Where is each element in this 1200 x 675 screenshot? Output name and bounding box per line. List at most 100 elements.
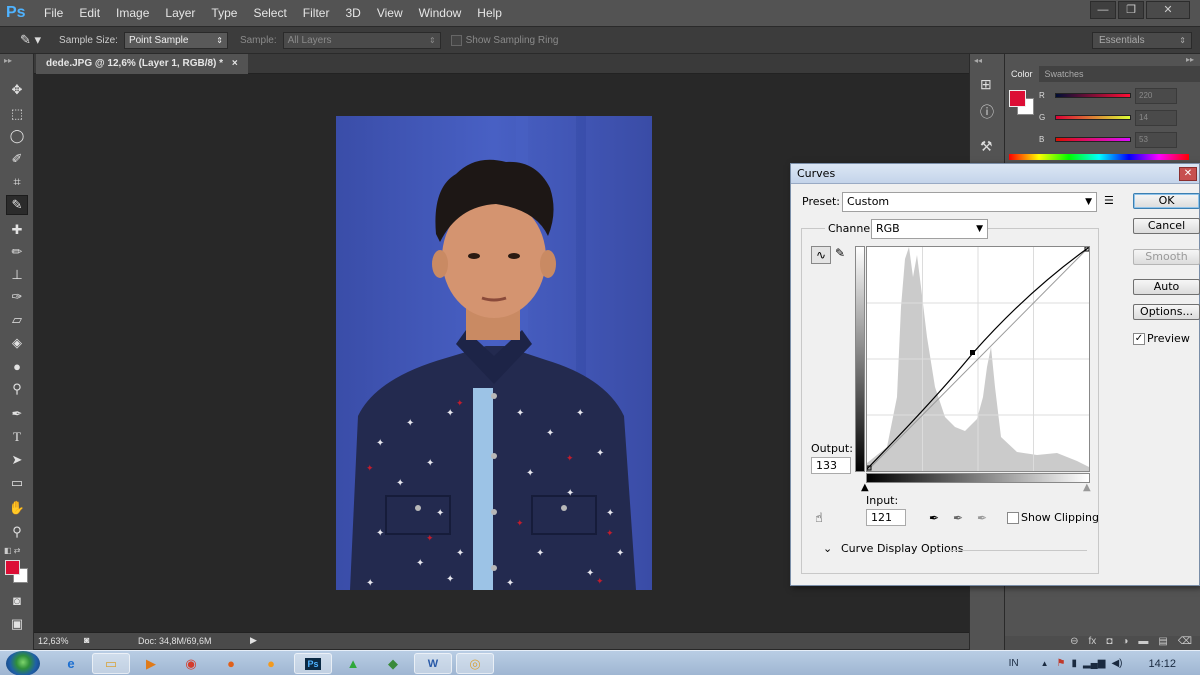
marquee-tool-icon[interactable]: ⬚	[6, 104, 28, 124]
internet-explorer-icon[interactable]: e	[52, 653, 90, 674]
sample-select[interactable]: All Layers ⇕	[282, 31, 441, 49]
tab-swatches[interactable]: Swatches	[1039, 66, 1090, 82]
adjustment-layer-icon[interactable]: ◑	[1122, 636, 1128, 650]
green-app-icon[interactable]: ▲	[334, 653, 372, 674]
rectangle-tool-icon[interactable]: ▭	[6, 473, 28, 493]
workspace-switcher[interactable]: Essentials ⇕	[1092, 32, 1192, 49]
white-eyedropper-icon[interactable]: ✒	[977, 511, 987, 525]
clock[interactable]: 14:12	[1148, 658, 1176, 670]
eraser-tool-icon[interactable]: ▱	[6, 310, 28, 330]
status-info-icon[interactable]: ◙	[84, 635, 89, 645]
channel-select[interactable]: RGB ▼	[871, 219, 988, 239]
green-value-field[interactable]: 14	[1135, 110, 1177, 126]
zoom-tool-icon[interactable]: ⚲	[6, 522, 28, 542]
cancel-button[interactable]: Cancel	[1133, 218, 1200, 234]
battery-icon[interactable]: ▮	[1071, 658, 1077, 669]
menu-3d[interactable]: 3D	[337, 0, 368, 26]
action-center-icon[interactable]: ⚑	[1056, 658, 1065, 669]
tab-color[interactable]: Color	[1005, 66, 1039, 82]
foreground-color-swatch[interactable]	[5, 560, 20, 575]
menu-layer[interactable]: Layer	[157, 0, 203, 26]
curves-close-button[interactable]: ✕	[1179, 167, 1197, 181]
options-button[interactable]: Options...	[1133, 304, 1200, 320]
crop-tool-icon[interactable]: ⌗	[6, 172, 28, 192]
on-image-adjust-icon[interactable]: ☝	[815, 511, 823, 526]
spot-healing-tool-icon[interactable]: ✚	[6, 220, 28, 240]
blue-value-field[interactable]: 53	[1135, 132, 1177, 148]
link-layers-icon[interactable]: ⊖	[1070, 636, 1078, 650]
chrome-icon[interactable]: ◉	[172, 653, 210, 674]
delete-layer-icon[interactable]: ⌫	[1178, 636, 1192, 650]
default-colors-icon[interactable]: ◧ ⇄	[4, 546, 20, 555]
curves-title-bar[interactable]: Curves	[791, 164, 1199, 184]
red-value-field[interactable]: 220	[1135, 88, 1177, 104]
menu-help[interactable]: Help	[469, 0, 510, 26]
layer-style-icon[interactable]: fx	[1089, 636, 1097, 650]
red-slider[interactable]	[1055, 93, 1131, 98]
close-window-button[interactable]: ✕	[1146, 1, 1190, 19]
file-explorer-icon[interactable]: ▭	[92, 653, 130, 674]
curve-display-options-label[interactable]: Curve Display Options	[841, 542, 963, 555]
show-clipping-checkbox[interactable]	[1007, 512, 1019, 524]
preset-select[interactable]: Custom ▼	[842, 192, 1097, 212]
media-player-icon[interactable]: ▶	[132, 653, 170, 674]
menu-window[interactable]: Window	[411, 0, 470, 26]
firefox-icon[interactable]: ●	[212, 653, 250, 674]
menu-image[interactable]: Image	[108, 0, 157, 26]
foreground-color-swatch[interactable]	[1009, 90, 1026, 107]
paint-bucket-tool-icon[interactable]: ◈	[6, 333, 28, 353]
close-tab-icon[interactable]: ×	[232, 58, 238, 69]
blur-tool-icon[interactable]: ●	[6, 356, 28, 376]
white-point-slider-icon[interactable]: ▲	[1083, 482, 1091, 493]
hand-tool-icon[interactable]: ✋	[6, 498, 28, 518]
expand-options-icon[interactable]: ⌄	[823, 542, 832, 555]
dodge-tool-icon[interactable]: ⚲	[6, 379, 28, 399]
zoom-level[interactable]: 12,63%	[38, 636, 69, 646]
word-icon[interactable]: W	[414, 653, 452, 674]
quick-selection-tool-icon[interactable]: ✐	[6, 149, 28, 169]
menu-select[interactable]: Select	[245, 0, 294, 26]
screen-mode-icon[interactable]: ▣	[6, 614, 28, 634]
preset-options-icon[interactable]: ☰	[1104, 194, 1114, 207]
tool-presets-icon[interactable]: ⚒	[980, 138, 993, 155]
pencil-draw-tool-icon[interactable]: ✎	[835, 246, 851, 264]
brush-tool-icon[interactable]: ✏	[6, 242, 28, 262]
output-value-field[interactable]: 133	[811, 457, 851, 474]
network-signal-icon[interactable]: ▂▄▆	[1083, 658, 1105, 669]
collapse-panel-icon[interactable]: ▸▸	[4, 56, 12, 65]
quick-mask-icon[interactable]: ◙	[6, 590, 28, 610]
history-brush-tool-icon[interactable]: ✑	[6, 287, 28, 307]
blue-slider[interactable]	[1055, 137, 1131, 142]
curve-point-tool-icon[interactable]: ∿	[811, 246, 831, 264]
info-panel-icon[interactable]: ⓘ	[980, 102, 994, 122]
collapse-panel-icon[interactable]: ▸▸	[1186, 55, 1194, 64]
app-icon[interactable]: ◎	[456, 653, 494, 674]
type-tool-icon[interactable]: T	[6, 427, 28, 447]
path-selection-tool-icon[interactable]: ➤	[6, 450, 28, 470]
status-menu-arrow-icon[interactable]: ▶	[250, 635, 257, 646]
expand-dock-icon[interactable]: ◂◂	[974, 56, 982, 65]
photoshop-taskbar-icon[interactable]: Ps	[294, 653, 332, 674]
restore-button[interactable]: ❐	[1118, 1, 1144, 19]
menu-edit[interactable]: Edit	[71, 0, 108, 26]
eyedropper-tool-icon[interactable]: ✎	[6, 195, 28, 215]
black-eyedropper-icon[interactable]: ✒	[929, 511, 939, 525]
menu-filter[interactable]: Filter	[295, 0, 338, 26]
move-tool-icon[interactable]: ✥	[6, 80, 28, 100]
auto-button[interactable]: Auto	[1133, 279, 1200, 295]
preview-checkbox[interactable]: ✓	[1133, 333, 1145, 345]
ok-button[interactable]: OK	[1133, 193, 1200, 209]
show-hidden-icons-icon[interactable]: ▲	[1041, 659, 1049, 668]
menu-type[interactable]: Type	[203, 0, 245, 26]
clone-stamp-tool-icon[interactable]: ⊥	[6, 265, 28, 285]
new-layer-icon[interactable]: ▤	[1158, 636, 1167, 650]
network-app-icon[interactable]: ◆	[374, 653, 412, 674]
gray-eyedropper-icon[interactable]: ✒	[953, 511, 963, 525]
eyedropper-tool-preset-icon[interactable]: ✎ ▾	[20, 32, 41, 48]
color-spectrum-ramp[interactable]	[1009, 154, 1189, 160]
menu-file[interactable]: File	[36, 0, 71, 26]
volume-icon[interactable]: ◀)	[1111, 658, 1122, 669]
black-point-slider-icon[interactable]: ▲	[861, 482, 869, 493]
new-group-icon[interactable]: ▬	[1138, 636, 1148, 650]
curves-graph[interactable]	[866, 246, 1090, 472]
